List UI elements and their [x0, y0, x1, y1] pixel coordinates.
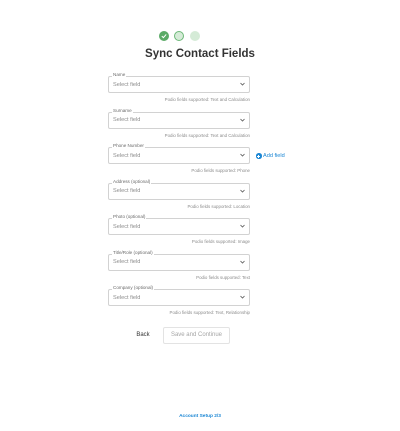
phone-number-field-label: Phone Number — [112, 143, 145, 149]
account-setup-progress: Account Setup 2/3 — [179, 414, 221, 419]
surname-select-value: Select field — [113, 117, 141, 123]
photo-field-label: Photo (optional) — [112, 214, 147, 220]
address-field-hint: Podio fields supported: Location — [187, 203, 251, 209]
save-and-continue-button[interactable]: Save and Continue — [163, 327, 230, 344]
chevron-down-icon — [240, 224, 245, 228]
name-field-label: Name — [112, 72, 127, 78]
chevron-down-icon — [240, 260, 245, 264]
company-field-hint: Podio fields supported: Text, Relationsh… — [169, 310, 250, 315]
address-select-value: Select field — [113, 188, 141, 194]
photo-field-hint: Podio fields supported: Image — [191, 239, 250, 244]
name-select-value: Select field — [113, 81, 141, 88]
step-current-indicator — [174, 31, 184, 41]
add-field-button[interactable]: Add field — [256, 152, 285, 160]
step-upcoming-indicator — [190, 31, 200, 41]
address-field-label: Address (optional) — [112, 178, 152, 185]
chevron-down-icon — [240, 118, 245, 122]
title-role-field-label: Title/Role (optional) — [112, 249, 154, 256]
title-role-select-value: Select field — [113, 259, 141, 265]
company-select-value: Select field — [113, 294, 141, 301]
surname-field-label: Surname — [112, 107, 133, 114]
chevron-down-icon — [240, 189, 245, 193]
phone-number-field-hint: Podio fields supported: Phone — [191, 168, 250, 173]
chevron-down-icon — [240, 295, 245, 299]
plus-circle-icon — [256, 153, 262, 159]
phone-number-select-value: Select field — [113, 152, 141, 159]
surname-field-hint: Podio fields supported: Text and Calcula… — [164, 132, 250, 138]
name-field-hint: Podio fields supported: Text and Calcula… — [164, 97, 250, 102]
title-role-field-hint: Podio fields supported: Text — [196, 274, 250, 280]
company-field-label: Company (optional) — [112, 285, 155, 291]
page-title: Sync Contact Fields — [145, 48, 255, 60]
back-button[interactable]: Back — [129, 328, 157, 342]
chevron-down-icon — [240, 153, 245, 157]
check-icon — [161, 34, 167, 39]
add-field-label: Add field — [263, 153, 285, 159]
chevron-down-icon — [240, 82, 245, 86]
photo-select-value: Select field — [113, 223, 141, 230]
progress-steps — [157, 31, 243, 43]
step-completed-indicator — [159, 31, 169, 41]
